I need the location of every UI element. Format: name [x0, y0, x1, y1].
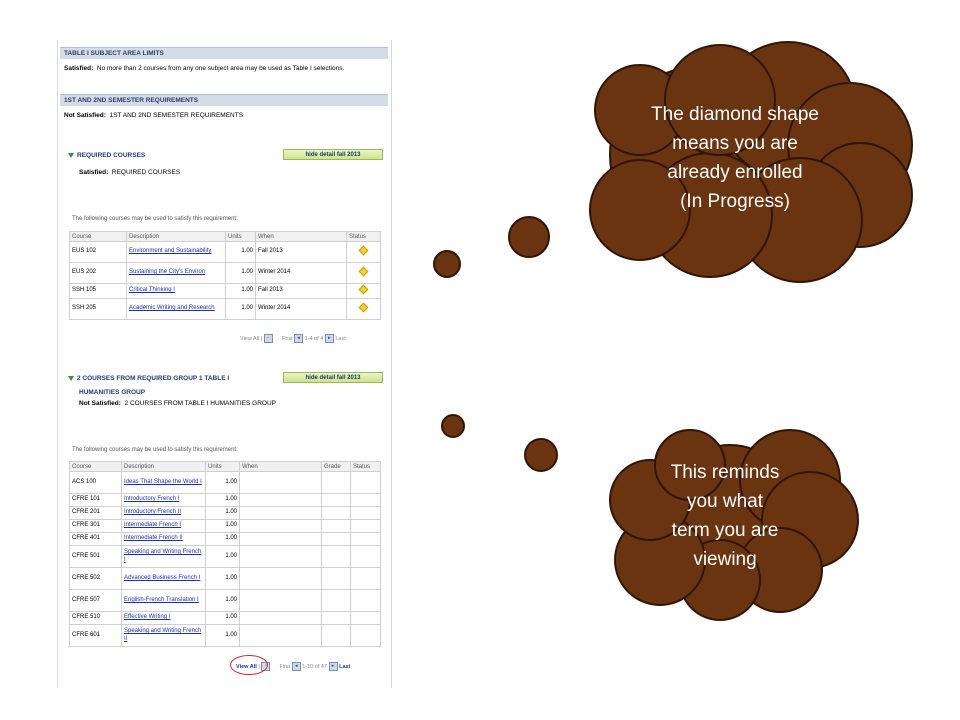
- callout-line: (In Progress): [680, 191, 790, 212]
- callout-line: The diamond shape: [651, 104, 819, 125]
- thought-bubble-dot: [524, 438, 558, 472]
- callout-line: This reminds: [670, 462, 780, 483]
- thought-bubble-dot: [441, 414, 465, 438]
- callout-line: you what: [686, 491, 764, 512]
- callout-line: viewing: [693, 549, 757, 570]
- thought-bubble-dot: [433, 250, 461, 278]
- diamond-callout-text: The diamond shape means you are already …: [620, 100, 850, 216]
- callout-line: means you are: [672, 133, 798, 154]
- callout-line: already enrolled: [667, 162, 803, 183]
- thought-bubble-dot: [508, 216, 550, 258]
- term-callout-text: This reminds you what term you are viewi…: [630, 458, 820, 574]
- callout-line: term you are: [671, 520, 779, 541]
